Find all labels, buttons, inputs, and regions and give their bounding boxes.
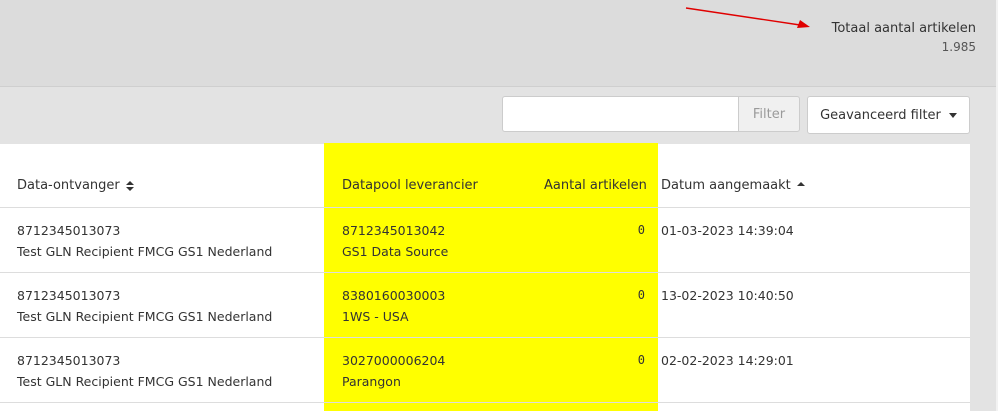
article-count: 0 [637,353,645,367]
table-row[interactable]: 8712345013073 Test GLN Recipient FMCG GS… [0,273,970,338]
table-row[interactable]: 8712345013073 Test GLN Recipient FMCG GS… [0,208,970,273]
caret-down-icon [948,112,957,118]
datapool-gln: 8712345013042 [342,223,446,238]
sort-ascending-icon [796,182,805,186]
column-header-created[interactable]: Datum aangemaakt [661,178,805,194]
column-header-datapool[interactable]: Datapool leverancier [342,178,478,194]
total-articles-value: 1.985 [941,40,976,54]
filter-input[interactable] [502,96,738,132]
article-count: 0 [637,223,645,237]
article-count: 0 [637,288,645,302]
total-articles-label: Totaal aantal artikelen [831,21,976,36]
recipient-gln: 8712345013073 [17,353,121,368]
column-header-recipient-label: Data-ontvanger [17,178,120,193]
recipient-gln: 8712345013073 [17,288,121,303]
datapool-name: Parangon [342,374,401,389]
total-articles: Totaal aantal artikelen 1.985 [832,20,976,56]
column-header-created-label: Datum aangemaakt [661,178,791,193]
datapool-gln: 8380160030003 [342,288,446,303]
column-header-count-label: Aantal artikelen [544,178,647,193]
recipient-name: Test GLN Recipient FMCG GS1 Nederland [17,244,273,259]
datapool-name: 1WS - USA [342,309,409,324]
advanced-filter-button[interactable]: Geavanceerd filter [807,96,970,134]
datapool-gln: 3027000006204 [342,353,446,368]
annotation-arrow-icon [685,7,810,28]
created-date: 02-02-2023 14:29:01 [661,353,794,368]
column-header-datapool-label: Datapool leverancier [342,178,478,193]
table-row[interactable]: 8712345013073 Test GLN Recipient FMCG GS… [0,338,970,403]
recipient-name: Test GLN Recipient FMCG GS1 Nederland [17,374,273,389]
filter-button[interactable]: Filter [738,96,800,132]
sort-icon [125,181,134,191]
column-header-recipient[interactable]: Data-ontvanger [17,178,134,194]
table-header-row [0,144,970,208]
datapool-name: GS1 Data Source [342,244,449,259]
created-date: 13-02-2023 10:40:50 [661,288,794,303]
recipient-gln: 8712345013073 [17,223,121,238]
created-date: 01-03-2023 14:39:04 [661,223,794,238]
column-header-count[interactable]: Aantal artikelen [544,178,647,194]
recipient-name: Test GLN Recipient FMCG GS1 Nederland [17,309,273,324]
advanced-filter-label: Geavanceerd filter [820,107,941,123]
